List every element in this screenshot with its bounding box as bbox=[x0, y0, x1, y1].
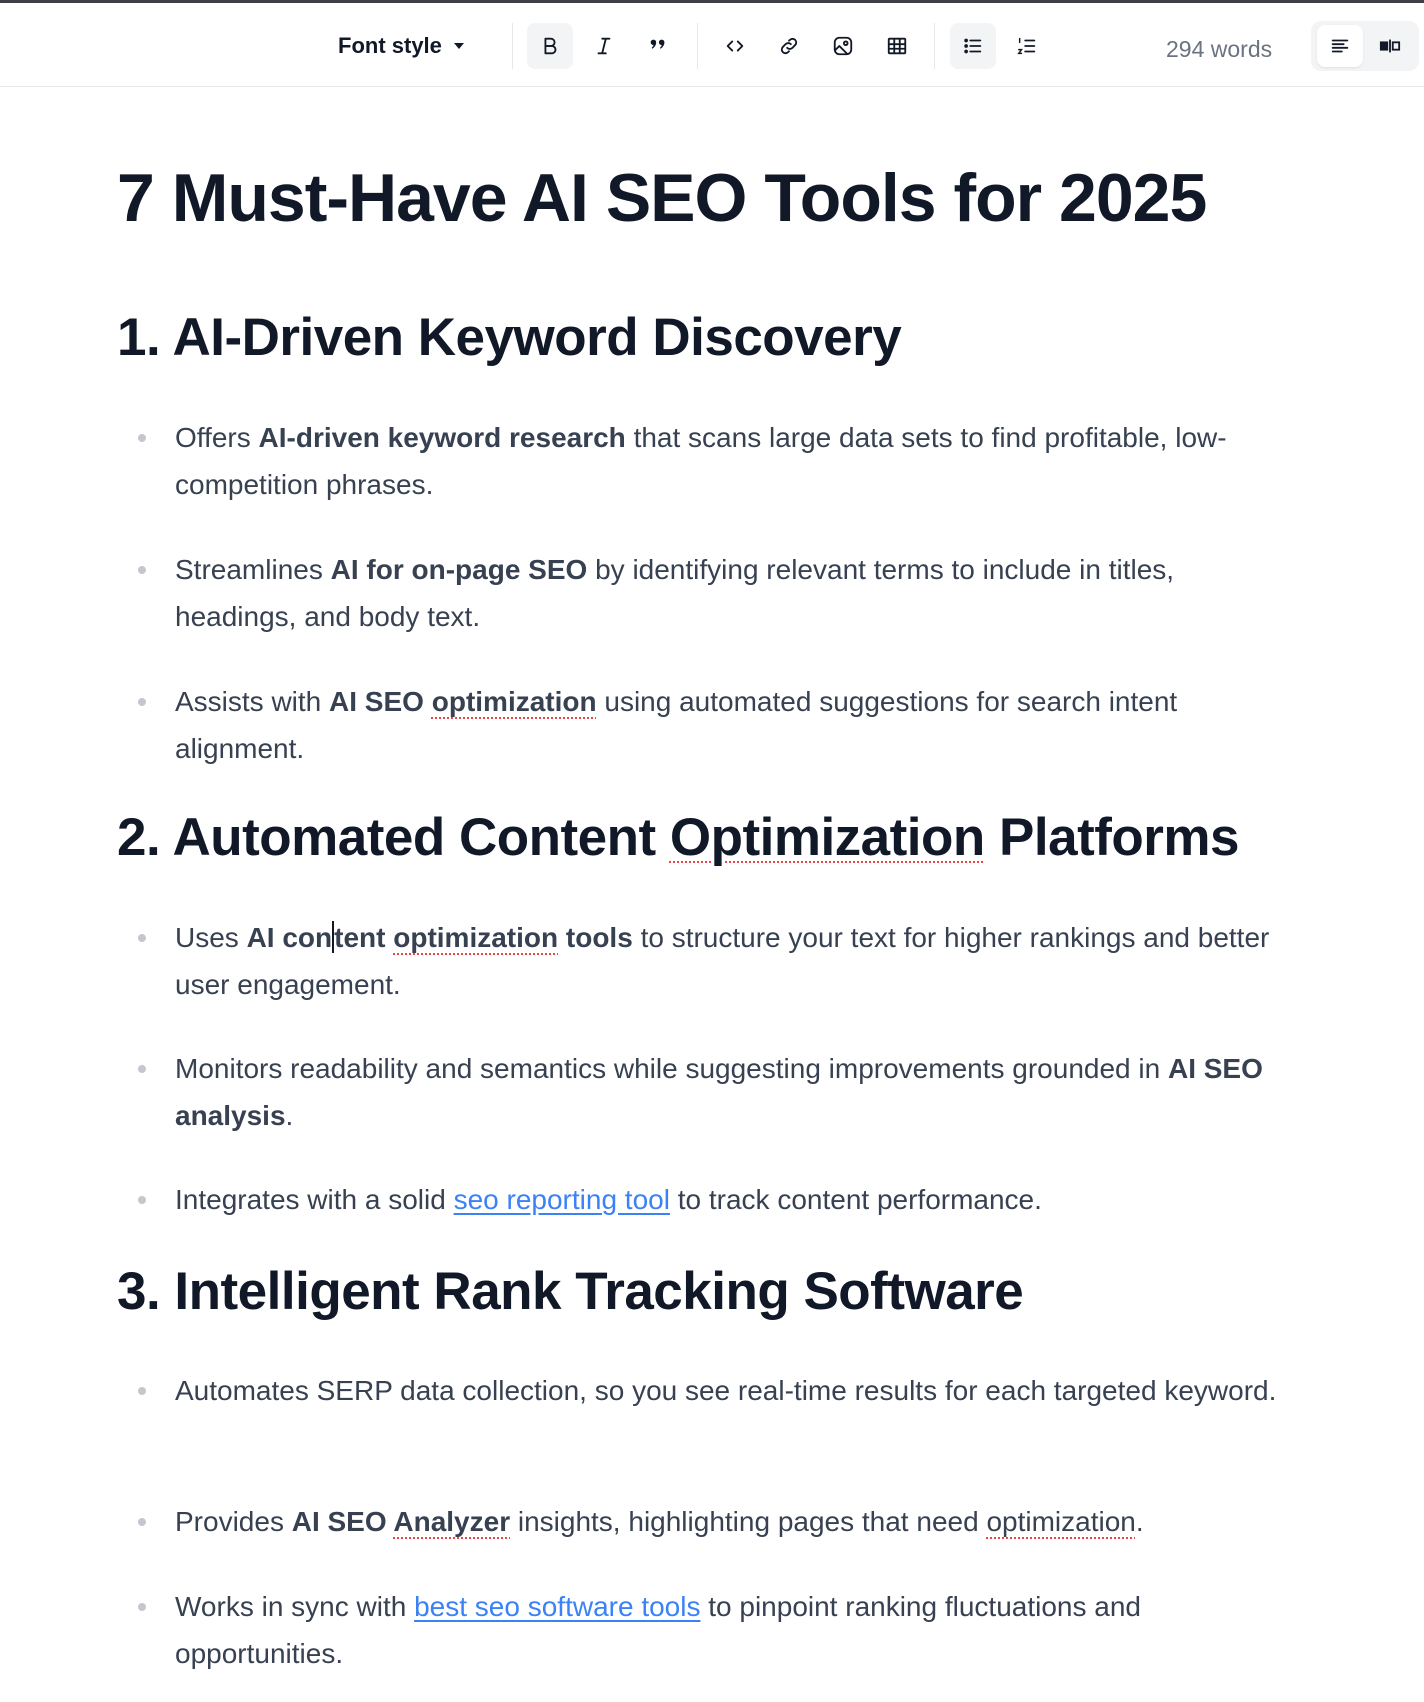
section-heading[interactable]: 3. Intelligent Rank Tracking Software bbox=[117, 1260, 1024, 1324]
link-icon bbox=[780, 37, 798, 55]
document-body[interactable]: 7 Must-Have AI SEO Tools for 2025 1. AI-… bbox=[117, 160, 1297, 1669]
list-item[interactable]: Automates SERP data collection, so you s… bbox=[117, 1367, 1297, 1414]
list-item[interactable]: Assists with AI SEO optimization using a… bbox=[117, 678, 1297, 772]
bullet-list: Offers AI-driven keyword research that s… bbox=[117, 414, 1297, 508]
bullet-list: Works in sync with best seo software too… bbox=[117, 1583, 1297, 1677]
toolbar-divider bbox=[697, 23, 698, 69]
bullet-list: Assists with AI SEO optimization using a… bbox=[117, 678, 1297, 772]
toolbar-divider bbox=[934, 23, 935, 69]
bullet-list: Provides AI SEO Analyzer insights, highl… bbox=[117, 1498, 1297, 1545]
align-left-icon bbox=[1331, 39, 1349, 53]
font-style-label: Font style bbox=[338, 33, 442, 58]
table-icon bbox=[887, 37, 907, 55]
list-item[interactable]: Offers AI-driven keyword research that s… bbox=[117, 414, 1297, 508]
split-view-icon bbox=[1379, 39, 1401, 53]
bold-icon bbox=[544, 37, 557, 55]
italic-button[interactable] bbox=[581, 23, 627, 69]
toolbar-divider bbox=[512, 23, 513, 69]
table-button[interactable] bbox=[874, 23, 920, 69]
bullet-list: Monitors readability and semantics while… bbox=[117, 1045, 1297, 1139]
seo-reporting-tool-link[interactable]: seo reporting tool bbox=[454, 1184, 670, 1215]
code-button[interactable] bbox=[712, 23, 758, 69]
code-icon bbox=[726, 40, 744, 52]
link-button[interactable] bbox=[766, 23, 812, 69]
image-icon bbox=[833, 36, 853, 56]
caret-down-icon bbox=[453, 43, 464, 49]
section-heading[interactable]: 1. AI-Driven Keyword Discovery bbox=[117, 306, 902, 370]
font-style-dropdown[interactable]: Font style bbox=[338, 23, 488, 69]
list-item[interactable]: Works in sync with best seo software too… bbox=[117, 1583, 1297, 1677]
split-view-button[interactable] bbox=[1367, 25, 1413, 67]
best-seo-software-tools-link[interactable]: best seo software tools bbox=[414, 1591, 700, 1622]
word-count: 294 words bbox=[1166, 36, 1273, 62]
document-title[interactable]: 7 Must-Have AI SEO Tools for 2025 bbox=[117, 160, 1297, 236]
numbered-list-button[interactable] bbox=[1004, 23, 1050, 69]
align-left-view-button[interactable] bbox=[1317, 25, 1363, 67]
image-button[interactable] bbox=[820, 23, 866, 69]
bullet-list-icon bbox=[964, 38, 982, 54]
list-item[interactable]: Streamlines AI for on-page SEO by identi… bbox=[117, 546, 1297, 640]
section-heading[interactable]: 2. Automated Content Optimization Platfo… bbox=[117, 806, 1239, 870]
list-item[interactable]: Provides AI SEO Analyzer insights, highl… bbox=[117, 1498, 1297, 1545]
view-mode-toggle bbox=[1311, 21, 1419, 71]
bullet-list-button[interactable] bbox=[950, 23, 996, 69]
list-item[interactable]: Integrates with a solid seo reporting to… bbox=[117, 1176, 1297, 1223]
bullet-list: Integrates with a solid seo reporting to… bbox=[117, 1176, 1297, 1223]
editor-toolbar: Font style 294 words bbox=[0, 3, 1424, 87]
bold-button[interactable] bbox=[527, 23, 573, 69]
quote-button[interactable] bbox=[635, 23, 681, 69]
numbered-list-icon bbox=[1017, 37, 1036, 55]
italic-icon bbox=[597, 37, 611, 55]
list-item[interactable]: Uses AI content optimization tools to st… bbox=[117, 914, 1297, 1008]
bullet-list: Automates SERP data collection, so you s… bbox=[117, 1367, 1297, 1414]
list-item[interactable]: Monitors readability and semantics while… bbox=[117, 1045, 1297, 1139]
bullet-list: Streamlines AI for on-page SEO by identi… bbox=[117, 546, 1297, 640]
quote-icon bbox=[650, 39, 665, 49]
bullet-list: Uses AI content optimization tools to st… bbox=[117, 914, 1297, 1008]
